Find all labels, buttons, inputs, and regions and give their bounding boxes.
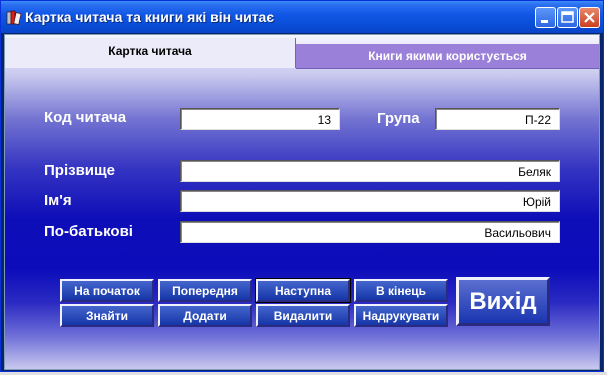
exit-button[interactable]: Вихід — [456, 277, 550, 326]
group-field[interactable]: П-22 — [435, 108, 560, 130]
first-name-field[interactable]: Юрій — [180, 190, 560, 212]
app-window: Картка читача та книги які він читає Кар… — [0, 0, 604, 372]
first-name-label: Ім'я — [44, 192, 72, 209]
tab-books-used[interactable]: Книги якими користується — [296, 44, 599, 69]
reader-code-field[interactable]: 13 — [180, 108, 340, 130]
minimize-icon — [541, 20, 548, 23]
reader-code-label: Код читача — [44, 109, 127, 126]
title-bar[interactable]: Картка читача та книги які він читає — [1, 1, 603, 33]
minimize-button[interactable] — [535, 7, 556, 28]
books-icon[interactable] — [6, 10, 22, 25]
surname-label: Прізвище — [44, 162, 116, 179]
add-button[interactable]: Додати — [158, 304, 252, 327]
surname-field[interactable]: Беляк — [180, 160, 560, 182]
close-icon — [584, 12, 595, 23]
patronymic-field[interactable]: Васильович — [180, 221, 560, 243]
last-record-button[interactable]: В кінець — [354, 279, 448, 302]
previous-record-button[interactable]: Попередня — [158, 279, 252, 302]
first-record-button[interactable]: На початок — [60, 279, 154, 302]
patronymic-label: По-батькові — [44, 223, 133, 240]
delete-button[interactable]: Видалити — [256, 304, 350, 327]
next-record-button[interactable]: Наступна — [255, 278, 351, 303]
maximize-icon — [561, 11, 574, 23]
window-title: Картка читача та книги які він читає — [25, 9, 275, 25]
maximize-button[interactable] — [557, 7, 578, 28]
find-button[interactable]: Знайти — [60, 304, 154, 327]
close-button[interactable] — [579, 7, 600, 28]
tab-reader-card[interactable]: Картка читача — [5, 38, 296, 68]
group-label: Група — [377, 110, 420, 127]
print-button[interactable]: Надрукувати — [354, 304, 448, 327]
